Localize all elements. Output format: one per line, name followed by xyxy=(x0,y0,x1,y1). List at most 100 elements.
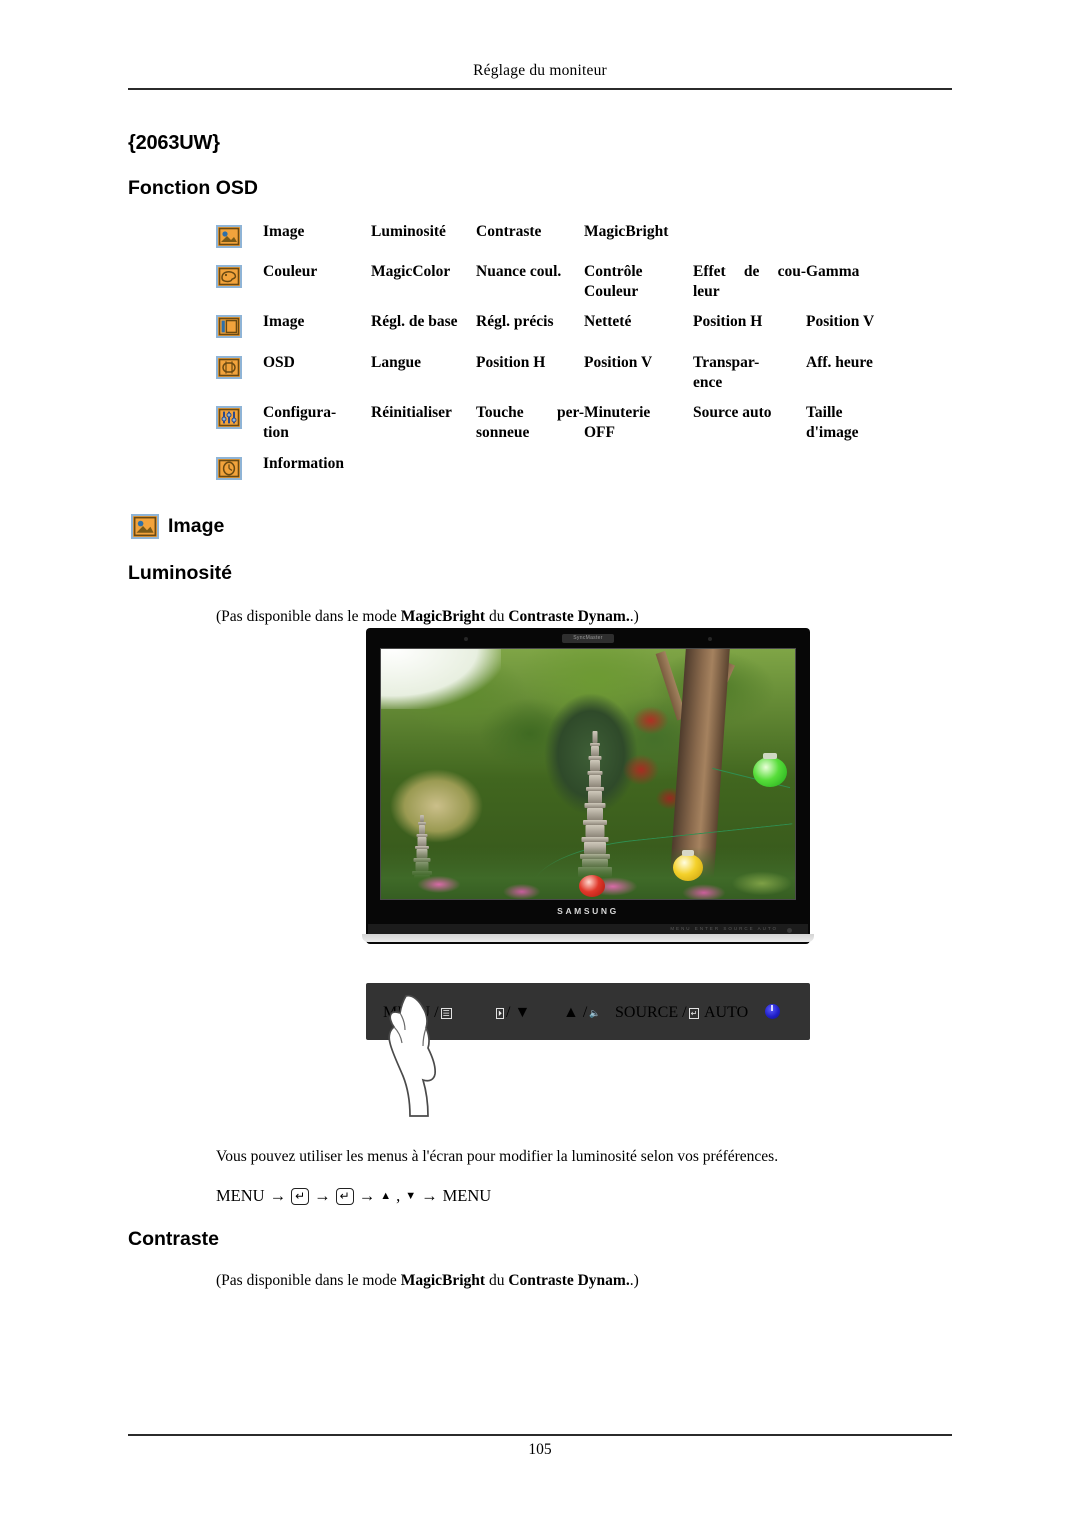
arrow-icon: → xyxy=(269,1186,287,1205)
note-suffix: .) xyxy=(629,1272,639,1289)
table-cell-line: Touche per- xyxy=(476,404,584,421)
table-cell-line: sonneue xyxy=(476,424,530,441)
control-button-source-label: SOURCE / xyxy=(615,1004,687,1021)
screen-photo-garden-pagoda xyxy=(381,649,795,899)
table-row: Image Luminosité Contraste MagicBright xyxy=(216,222,952,262)
note-bold-contraste-dynam: Contraste Dynam. xyxy=(508,608,630,625)
table-row: Couleur MagicColor Nuance coul. Contrôle… xyxy=(216,262,952,312)
table-row: Image Régl. de base Régl. précis Netteté… xyxy=(216,312,952,353)
pointing-hand-illustration xyxy=(388,994,436,1117)
table-cell: Position H xyxy=(476,354,546,371)
green-lantern xyxy=(753,753,787,787)
control-button-source-enter[interactable]: SOURCE / ↵ xyxy=(615,1004,700,1022)
table-cell-line: Transpar- xyxy=(693,354,760,371)
table-cell: Aff. heure xyxy=(806,354,873,371)
header-rule xyxy=(128,88,952,90)
note-bold-magicbright: MagicBright xyxy=(400,608,486,625)
table-cell: Nuance coul. xyxy=(476,263,562,280)
magicbright-key-icon: ⏵ xyxy=(496,1007,504,1019)
table-cell: Netteté xyxy=(584,313,632,330)
table-row: Configura- tion Réinitialiser Touche per… xyxy=(216,403,952,454)
table-cell: Gamma xyxy=(806,263,860,280)
note-mid: du xyxy=(485,608,509,625)
menu-path-sequence: MENU → ↵ → ↵ → ▲ , ▼ → MENU xyxy=(216,1186,491,1206)
table-cell-line: OFF xyxy=(584,424,615,441)
note-bold-contraste-dynam: Contraste Dynam. xyxy=(508,1272,630,1289)
note-bold-magicbright: MagicBright xyxy=(400,1272,486,1289)
footer-rule xyxy=(128,1434,952,1436)
menu-path-comma: , xyxy=(396,1186,401,1205)
monitor-illustration: SyncMaster SAMSUNG MENU ENTER SOURCE AUT… xyxy=(362,628,814,944)
table-cell-name: Image xyxy=(263,313,305,330)
table-cell-name: OSD xyxy=(263,354,295,371)
control-button-auto[interactable]: AUTO xyxy=(704,1004,748,1022)
arrow-icon: → xyxy=(314,1186,331,1205)
table-cell-line: leur xyxy=(693,283,720,300)
table-cell-name: Image xyxy=(263,223,305,240)
osd-icon xyxy=(216,353,263,379)
running-head: Réglage du moniteur xyxy=(473,62,607,79)
document-page: Réglage du moniteur {2063UW} Fonction OS… xyxy=(0,0,1080,1527)
note-prefix: (Pas disponible dans le mode xyxy=(216,1272,401,1289)
palette-icon xyxy=(216,262,263,288)
bezel-sensor-right-icon xyxy=(708,637,712,641)
table-cell: Minuterie OFF xyxy=(584,403,693,443)
note-prefix: (Pas disponible dans le mode xyxy=(216,608,401,625)
luminosite-heading: Luminosité xyxy=(128,562,233,584)
monitor-power-led xyxy=(787,928,792,933)
table-cell: Réinitialiser xyxy=(371,404,452,421)
table-cell: Effet de cou- leur xyxy=(693,262,806,302)
table-cell: Touche per- sonneue xyxy=(476,403,584,443)
sliders-icon xyxy=(216,403,263,429)
monitor-screen xyxy=(380,648,796,900)
bezel-sensor-left-icon xyxy=(464,637,468,641)
osd-function-table: Image Luminosité Contraste MagicBright C… xyxy=(216,222,952,484)
triangle-up-icon: ▲ xyxy=(380,1190,392,1202)
table-cell-line: Couleur xyxy=(584,283,639,300)
table-row: OSD Langue Position H Position V Transpa… xyxy=(216,353,952,403)
menu-path-start: MENU xyxy=(216,1186,265,1205)
table-cell: Position H xyxy=(693,313,763,330)
enter-key-icon: ↵ xyxy=(688,1007,700,1019)
volume-icon: 🔈 xyxy=(589,1007,601,1018)
image-section-heading: Image xyxy=(131,514,224,539)
table-cell-line: Contrôle xyxy=(584,263,643,280)
table-cell: Luminosité xyxy=(371,223,446,240)
table-cell: Position V xyxy=(806,313,875,330)
control-button-power[interactable] xyxy=(765,1004,780,1019)
table-cell-name: Configura- tion xyxy=(263,403,371,443)
screen-adjust-icon xyxy=(216,312,263,338)
arrow-icon: → xyxy=(421,1186,438,1205)
control-button-magicbright-down[interactable]: ⏵ / ▼ xyxy=(496,1004,530,1022)
enter-key-icon: ↵ xyxy=(291,1187,310,1205)
luminosite-body-text: Vous pouvez utiliser les menus à l'écran… xyxy=(216,1148,779,1165)
monitor-top-mark: SyncMaster xyxy=(562,634,614,643)
table-cell-line: Minuterie xyxy=(584,404,651,421)
control-button-magicbright-label: / ▼ xyxy=(506,1004,531,1021)
table-cell-line: ence xyxy=(693,374,723,391)
table-cell: Contraste xyxy=(476,223,542,240)
table-cell-line: Configura- xyxy=(263,404,337,421)
table-cell: Source auto xyxy=(693,404,772,421)
power-icon xyxy=(765,1004,780,1019)
table-cell: MagicBright xyxy=(584,223,669,240)
enter-key-icon: ↵ xyxy=(335,1187,354,1205)
note-mid: du xyxy=(485,1272,509,1289)
model-heading: {2063UW} xyxy=(128,132,220,154)
table-cell-name: Information xyxy=(263,455,344,472)
note-suffix: .) xyxy=(629,608,639,625)
table-cell: Transpar- ence xyxy=(693,353,806,393)
luminosite-note: (Pas disponible dans le mode MagicBright… xyxy=(216,608,639,626)
contraste-note: (Pas disponible dans le mode MagicBright… xyxy=(216,1272,639,1290)
table-cell-line: Taille xyxy=(806,404,843,421)
page-number: 105 xyxy=(528,1441,552,1458)
control-button-volume-label: ▲ / xyxy=(563,1004,588,1021)
table-row: Information xyxy=(216,454,952,484)
table-cell: Langue xyxy=(371,354,421,371)
clock-info-icon xyxy=(216,454,263,480)
table-cell: Régl. précis xyxy=(476,313,554,330)
control-button-volume-up[interactable]: ▲ / 🔈 xyxy=(563,1004,601,1022)
monitor-brand-logo: SAMSUNG xyxy=(557,906,619,916)
table-cell: MagicColor xyxy=(371,263,451,280)
table-cell: Position V xyxy=(584,354,653,371)
